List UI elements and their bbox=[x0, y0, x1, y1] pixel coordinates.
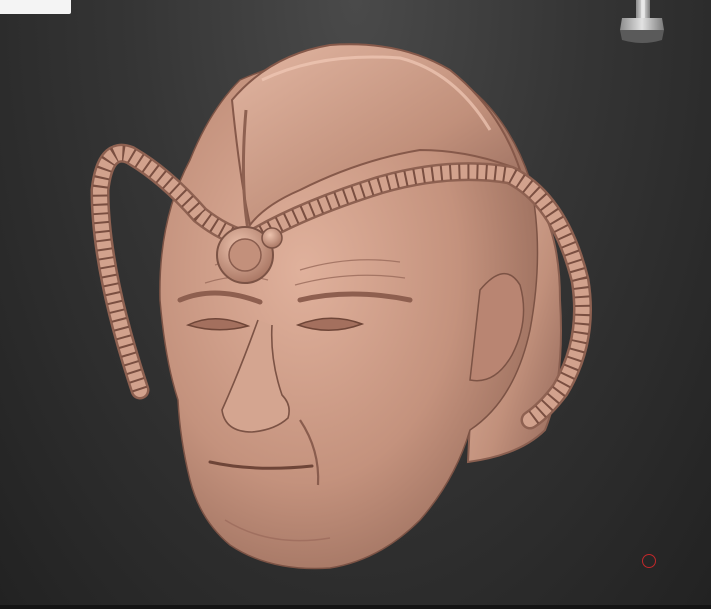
brush-cursor-icon bbox=[642, 554, 656, 568]
viewport-bottom-edge bbox=[0, 605, 711, 609]
3d-viewport[interactable] bbox=[0, 0, 711, 609]
sculpt-model[interactable] bbox=[0, 0, 711, 609]
